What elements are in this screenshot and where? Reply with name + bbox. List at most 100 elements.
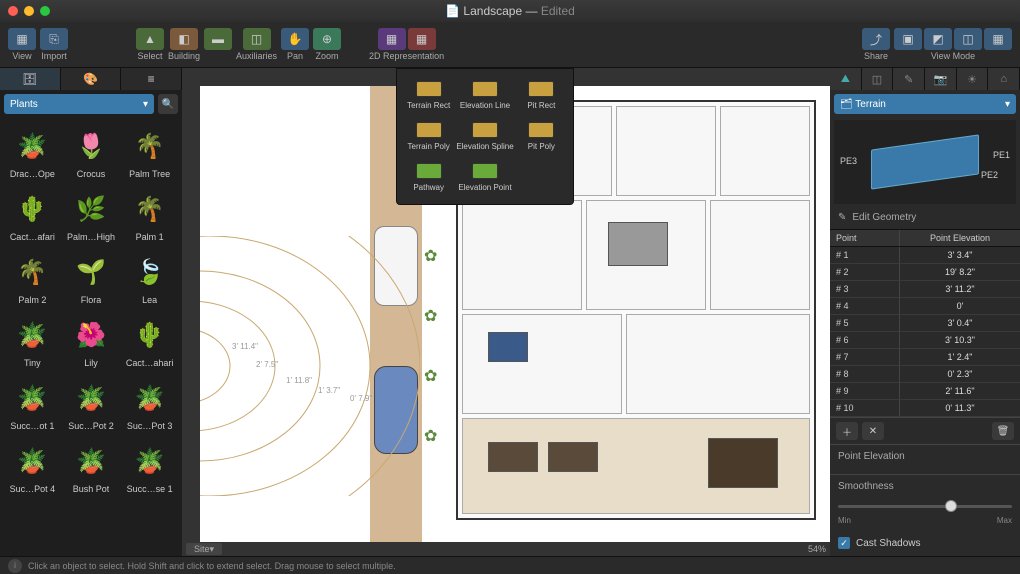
library-item-label: Cact…afari bbox=[10, 232, 55, 242]
terrain-tool-item[interactable]: Elevation Spline bbox=[456, 118, 513, 155]
library-item-label: Succ…ot 1 bbox=[10, 421, 54, 431]
maximize-window-button[interactable] bbox=[40, 6, 50, 16]
library-search-button[interactable]: 🔍 bbox=[158, 94, 178, 114]
table-row[interactable]: # 219' 8.2" bbox=[830, 264, 1020, 281]
import-group[interactable]: ⎘ Import bbox=[40, 28, 68, 61]
library-item[interactable]: 🌿Palm…High bbox=[63, 185, 120, 246]
inspector-tab-terrain[interactable]: ⛰ bbox=[830, 68, 862, 90]
viewmode-2d-button[interactable]: ▣ bbox=[894, 28, 922, 50]
table-row[interactable]: # 80' 2.3" bbox=[830, 366, 1020, 383]
library-category-select[interactable]: Plants▾ bbox=[4, 94, 154, 114]
table-row[interactable]: # 53' 0.4" bbox=[830, 315, 1020, 332]
library-item[interactable]: 🪴Succ…se 1 bbox=[121, 437, 178, 498]
ruler-vertical[interactable] bbox=[182, 86, 200, 542]
close-window-button[interactable] bbox=[8, 6, 18, 16]
select-button[interactable]: ▲ bbox=[136, 28, 164, 50]
viewmode-split-button[interactable]: ◫ bbox=[954, 28, 982, 50]
terrain-tool-item[interactable]: Pit Poly bbox=[516, 118, 567, 155]
view-group[interactable]: ▦ View bbox=[8, 28, 36, 61]
rep-color-button[interactable]: ▦ bbox=[408, 28, 436, 50]
delete-button[interactable]: 🗑 bbox=[992, 422, 1014, 440]
terrain-tool-item[interactable]: Elevation Point bbox=[456, 159, 513, 196]
import-button[interactable]: ⎘ bbox=[40, 28, 68, 50]
terrain-group[interactable]: ▬ bbox=[204, 28, 232, 61]
minimize-window-button[interactable] bbox=[24, 6, 34, 16]
library-tab-list[interactable]: ≡ bbox=[121, 68, 182, 90]
library-item[interactable]: 🌵Cact…afari bbox=[4, 185, 61, 246]
zoom-level[interactable]: 54% bbox=[808, 544, 826, 554]
pan-button[interactable]: ✋ bbox=[281, 28, 309, 50]
viewmode-group[interactable]: ▣ ◩ ◫ ▦ View Mode bbox=[894, 28, 1012, 61]
elevation-cell: 0' 11.3" bbox=[900, 400, 1020, 416]
select-group[interactable]: ▲ Select bbox=[136, 28, 164, 61]
building-group[interactable]: ◧ Building bbox=[168, 28, 200, 61]
terrain-tool-item[interactable]: Pit Rect bbox=[516, 77, 567, 114]
table-row[interactable]: # 63' 10.3" bbox=[830, 332, 1020, 349]
library-grid[interactable]: 🪴Drac…Ope🌷Crocus🌴Palm Tree 🌵Cact…afari🌿Pa… bbox=[0, 118, 182, 556]
library-item[interactable]: 🌷Crocus bbox=[63, 122, 120, 183]
share-group[interactable]: ⤴ Share bbox=[862, 28, 890, 61]
library-item[interactable]: 🌱Flora bbox=[63, 248, 120, 309]
library-item[interactable]: 🪴Drac…Ope bbox=[4, 122, 61, 183]
library-item[interactable]: 🪴Suc…Pot 2 bbox=[63, 374, 120, 435]
zoom-group[interactable]: ⊕ Zoom bbox=[313, 28, 341, 61]
library-item[interactable]: 🪴Bush Pot bbox=[63, 437, 120, 498]
contour-label: 2' 7.5" bbox=[256, 360, 278, 369]
building-button[interactable]: ◧ bbox=[170, 28, 198, 50]
add-point-button[interactable]: ＋ bbox=[836, 422, 858, 440]
terrain-tool-item[interactable]: Pathway bbox=[403, 159, 454, 196]
share-button[interactable]: ⤴ bbox=[862, 28, 890, 50]
table-row[interactable]: # 71' 2.4" bbox=[830, 349, 1020, 366]
library-item[interactable]: 🪴Tiny bbox=[4, 311, 61, 372]
contour-label: 0' 7.9" bbox=[350, 394, 372, 403]
table-row[interactable]: # 13' 3.4" bbox=[830, 247, 1020, 264]
table-row[interactable]: # 92' 11.6" bbox=[830, 383, 1020, 400]
terrain-button[interactable]: ▬ bbox=[204, 28, 232, 50]
library-item[interactable]: 🍃Lea bbox=[121, 248, 178, 309]
bush-icon[interactable]: ✿ bbox=[424, 366, 444, 386]
viewmode-render-button[interactable]: ▦ bbox=[984, 28, 1012, 50]
terrain-tool-item[interactable]: Elevation Line bbox=[456, 77, 513, 114]
bush-icon[interactable]: ✿ bbox=[424, 426, 444, 446]
canvas-area[interactable]: ✿ ✿ ✿ ✿ ✿ ✿ bbox=[182, 68, 830, 556]
zoom-button[interactable]: ⊕ bbox=[313, 28, 341, 50]
rep-texture-button[interactable]: ▦ bbox=[378, 28, 406, 50]
site-select[interactable]: Site ▾ bbox=[186, 543, 222, 555]
pan-group[interactable]: ✋ Pan bbox=[281, 28, 309, 61]
table-row[interactable]: # 100' 11.3" bbox=[830, 400, 1020, 417]
terrain-tool-item[interactable]: Terrain Rect bbox=[403, 77, 454, 114]
auxiliaries-group[interactable]: ◫ Auxiliaries bbox=[236, 28, 277, 61]
bush-icon[interactable]: ✿ bbox=[424, 246, 444, 266]
edit-geometry-button[interactable]: ✎ Edit Geometry bbox=[830, 206, 1020, 230]
library-item[interactable]: 🌴Palm Tree bbox=[121, 122, 178, 183]
inspector-section-select[interactable]: 🗂 Terrain▾ bbox=[834, 94, 1016, 114]
inspector-tab-camera[interactable]: 📷 bbox=[925, 68, 957, 90]
inspector-tab-edit[interactable]: ✎ bbox=[893, 68, 925, 90]
library-item[interactable]: 🌵Cact…ahari bbox=[121, 311, 178, 372]
library-item-label: Palm Tree bbox=[129, 169, 170, 179]
viewmode-3d-button[interactable]: ◩ bbox=[924, 28, 952, 50]
inspector-tab-light[interactable]: ☀ bbox=[957, 68, 989, 90]
inspector-tab-house[interactable]: ⌂ bbox=[988, 68, 1020, 90]
auxiliaries-button[interactable]: ◫ bbox=[243, 28, 271, 50]
view-button[interactable]: ▦ bbox=[8, 28, 36, 50]
cast-shadows-checkbox[interactable]: ✓ Cast Shadows bbox=[830, 531, 1020, 555]
library-tab-materials[interactable]: 🎨 bbox=[61, 68, 122, 90]
library-item[interactable]: 🌺Lily bbox=[63, 311, 120, 372]
inspector-tab-object[interactable]: ◫ bbox=[862, 68, 894, 90]
library-item[interactable]: 🌴Palm 1 bbox=[121, 185, 178, 246]
library-item[interactable]: 🌴Palm 2 bbox=[4, 248, 61, 309]
library-item[interactable]: 🪴Suc…Pot 3 bbox=[121, 374, 178, 435]
library-tab-objects[interactable]: 🗄 bbox=[0, 68, 61, 90]
terrain-tool-item[interactable]: Terrain Poly bbox=[403, 118, 454, 155]
terrain-contours[interactable] bbox=[200, 236, 420, 496]
table-row[interactable]: # 33' 11.2" bbox=[830, 281, 1020, 298]
elevation-cell: 3' 11.2" bbox=[900, 281, 1020, 297]
library-item[interactable]: 🪴Suc…Pot 4 bbox=[4, 437, 61, 498]
remove-point-button[interactable]: ✕ bbox=[862, 422, 884, 440]
library-item[interactable]: 🪴Succ…ot 1 bbox=[4, 374, 61, 435]
bush-icon[interactable]: ✿ bbox=[424, 306, 444, 326]
smoothness-slider[interactable] bbox=[838, 498, 1012, 514]
representation-group[interactable]: ▦ ▦ 2D Representation bbox=[369, 28, 444, 61]
table-row[interactable]: # 40' bbox=[830, 298, 1020, 315]
